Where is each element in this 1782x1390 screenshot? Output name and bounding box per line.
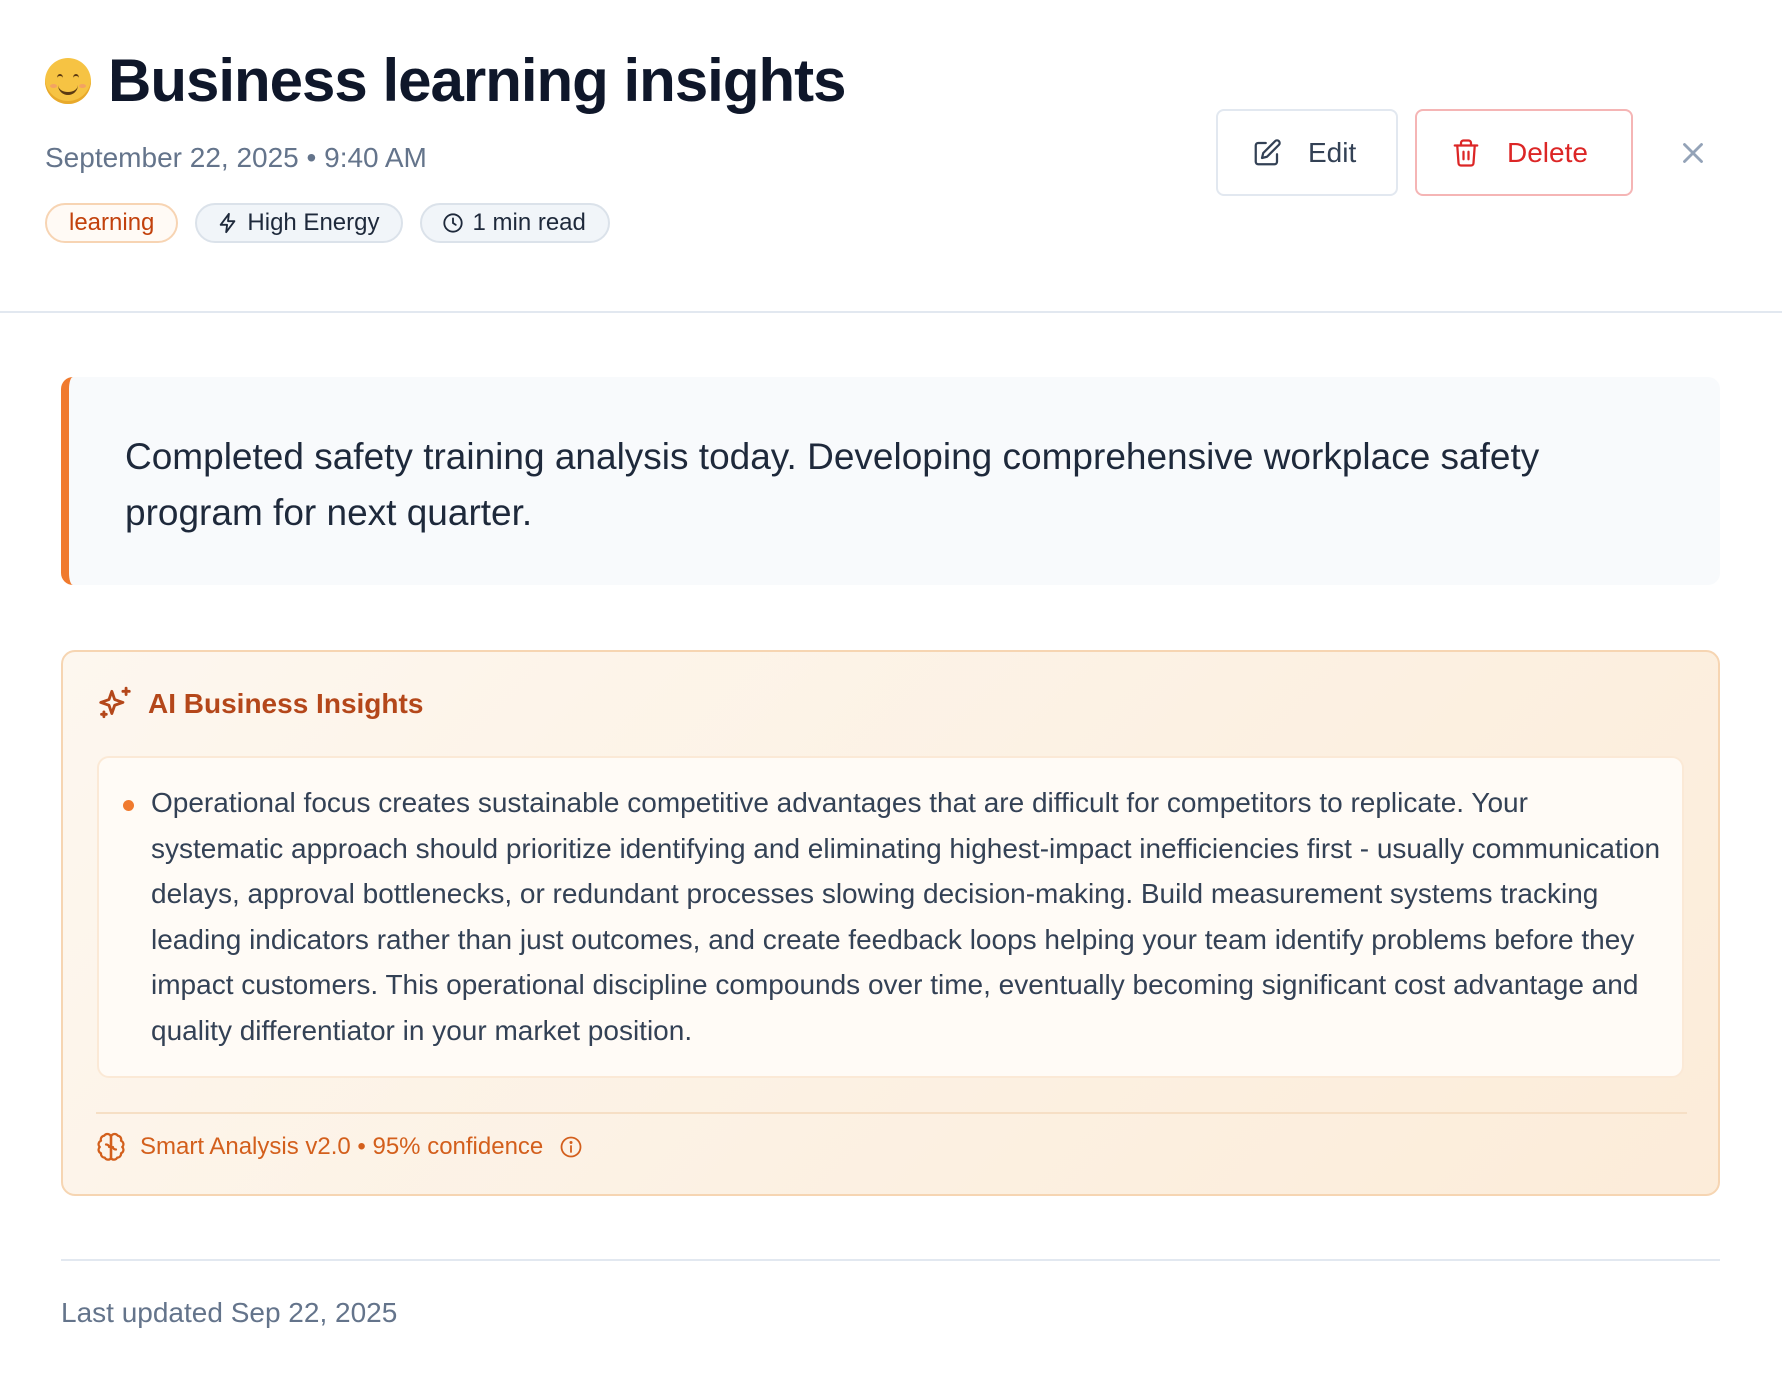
category-tag: learning (45, 203, 179, 243)
smiling-face-icon (45, 58, 91, 104)
analysis-label: Smart Analysis v2.0 • 95% confidence (140, 1133, 544, 1160)
footer-divider (61, 1259, 1720, 1261)
entry-date: September 22, 2025 (45, 142, 299, 173)
insight-item: Operational focus creates sustainable co… (97, 756, 1684, 1078)
category-tag-label: learning (69, 209, 155, 236)
entry-content: Completed safety training analysis today… (61, 377, 1720, 585)
page-title: Business learning insights (108, 47, 847, 114)
read-time-tag: 1 min read (420, 203, 610, 243)
entry-datetime: September 22, 2025 • 9:40 AM (45, 142, 427, 174)
insights-divider (96, 1112, 1687, 1114)
bullet-icon (123, 800, 134, 811)
close-icon[interactable] (1676, 136, 1710, 170)
ai-insights-panel: AI Business Insights Operational focus c… (61, 650, 1720, 1196)
delete-button[interactable]: Delete (1415, 109, 1633, 196)
insight-text: Operational focus creates sustainable co… (151, 787, 1661, 1046)
energy-tag-label: High Energy (247, 209, 380, 236)
trash-icon (1453, 138, 1479, 167)
energy-tag: High Energy (195, 203, 404, 243)
entry-content-text: Completed safety training analysis today… (125, 436, 1540, 533)
entry-time: 9:40 AM (324, 142, 427, 173)
read-time-label: 1 min read (472, 209, 586, 236)
ai-insights-title: AI Business Insights (148, 688, 424, 719)
analysis-info: Smart Analysis v2.0 • 95% confidence (96, 1132, 583, 1162)
delete-button-label: Delete (1507, 136, 1588, 168)
last-updated: Last updated Sep 22, 2025 (61, 1297, 398, 1328)
edit-button-label: Edit (1308, 136, 1357, 168)
edit-icon (1254, 138, 1281, 165)
meta-separator: • (306, 142, 317, 173)
edit-button[interactable]: Edit (1216, 109, 1398, 196)
clock-icon (443, 213, 464, 233)
title-row: Business learning insights (45, 46, 847, 116)
lightning-icon (220, 212, 236, 234)
ai-insights-header: AI Business Insights (96, 685, 423, 723)
tag-list: learning High Energy 1 min read (45, 203, 610, 243)
entry-header: Business learning insights September 22,… (0, 0, 1782, 313)
brain-icon (97, 1132, 125, 1161)
sparkles-icon (99, 686, 131, 719)
info-icon[interactable] (559, 1135, 583, 1159)
